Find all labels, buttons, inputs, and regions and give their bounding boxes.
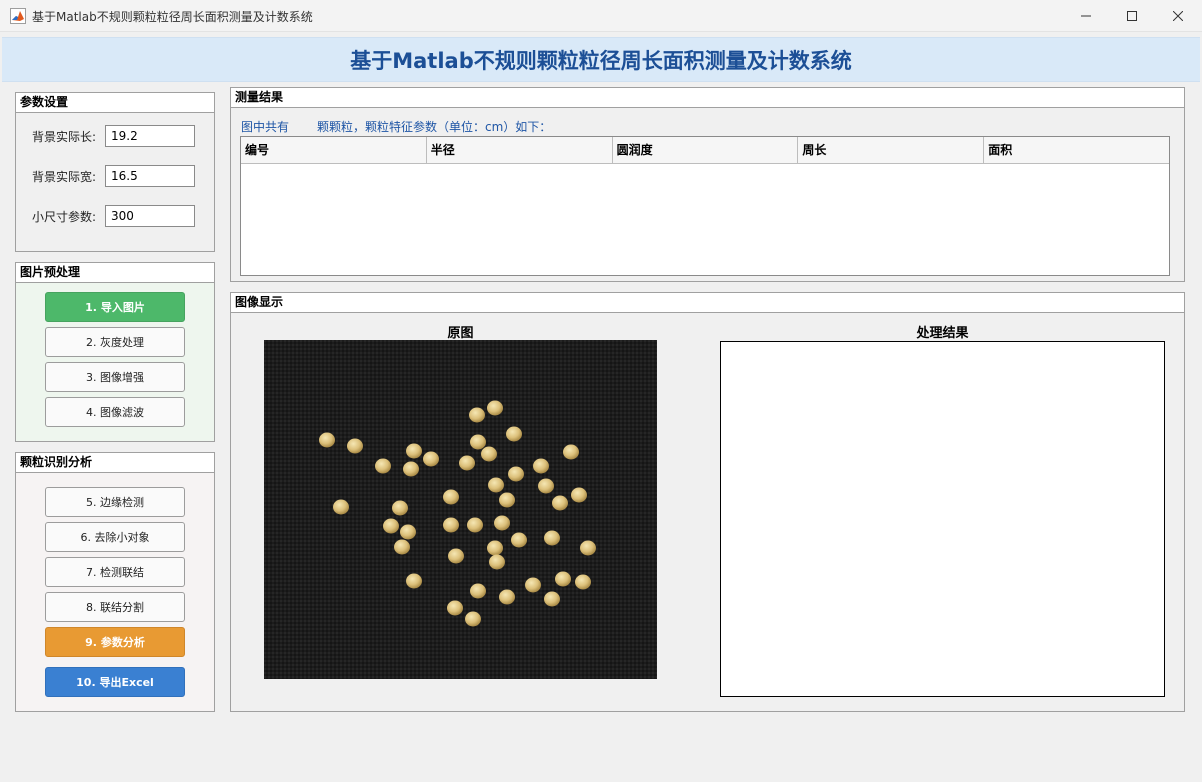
results-table[interactable]: 编号 半径 圆润度 周长 面积 xyxy=(240,136,1170,276)
bean-particle xyxy=(506,426,522,442)
bean-particle xyxy=(448,548,464,564)
bean-particle xyxy=(555,571,571,587)
results-panel-title: 测量结果 xyxy=(231,88,1184,108)
grayscale-button[interactable]: 2. 灰度处理 xyxy=(45,327,185,357)
display-panel-title: 图像显示 xyxy=(231,293,1184,313)
bean-particle xyxy=(538,478,554,494)
bean-particle xyxy=(470,434,486,450)
bean-particle xyxy=(443,517,459,533)
bean-particle xyxy=(469,407,485,423)
bean-particle xyxy=(494,515,510,531)
bean-particle xyxy=(499,589,515,605)
minimize-icon xyxy=(1081,15,1091,17)
bean-particle xyxy=(447,600,463,616)
window-titlebar: 基于Matlab不规则颗粒粒径周长面积测量及计数系统 xyxy=(0,0,1202,32)
export-excel-button[interactable]: 10. 导出Excel xyxy=(45,667,185,697)
bean-particle xyxy=(481,446,497,462)
split-connection-button[interactable]: 8. 联结分割 xyxy=(45,592,185,622)
bean-particle xyxy=(580,540,596,556)
column-header-perimeter[interactable]: 周长 xyxy=(798,137,985,163)
column-header-id[interactable]: 编号 xyxy=(241,137,427,163)
bean-particle xyxy=(575,574,591,590)
bean-particle xyxy=(400,524,416,540)
banner-title: 基于Matlab不规则颗粒粒径周长面积测量及计数系统 xyxy=(350,48,852,73)
app-banner: 基于Matlab不规则颗粒粒径周长面积测量及计数系统 xyxy=(2,37,1200,82)
import-image-button[interactable]: 1. 导入图片 xyxy=(45,292,185,322)
close-button[interactable] xyxy=(1155,0,1201,32)
bean-particle xyxy=(383,518,399,534)
bean-particle xyxy=(375,458,391,474)
bean-particle xyxy=(487,400,503,416)
bean-particle xyxy=(467,517,483,533)
bean-particle xyxy=(392,500,408,516)
original-image-label: 原图 xyxy=(447,326,474,341)
bean-particle xyxy=(563,444,579,460)
original-image xyxy=(264,340,657,679)
preprocess-panel: 图片预处理 1. 导入图片 2. 灰度处理 3. 图像增强 4. 图像滤波 xyxy=(15,262,215,442)
bean-particle xyxy=(443,489,459,505)
edge-detect-button[interactable]: 5. 边缘检测 xyxy=(45,487,185,517)
analysis-panel: 颗粒识别分析 5. 边缘检测 6. 去除小对象 7. 检测联结 8. 联结分割 … xyxy=(15,452,215,712)
enhance-button[interactable]: 3. 图像增强 xyxy=(45,362,185,392)
column-header-roundness[interactable]: 圆润度 xyxy=(613,137,799,163)
count-prefix: 图中共有 xyxy=(241,120,290,134)
bg-length-label: 背景实际长: xyxy=(32,130,97,144)
count-suffix: 颗颗粒，颗粒特征参数（单位：cm）如下： xyxy=(317,120,552,134)
remove-small-objects-button[interactable]: 6. 去除小对象 xyxy=(45,522,185,552)
preprocess-panel-title: 图片预处理 xyxy=(16,263,214,283)
bean-particle xyxy=(459,455,475,471)
analysis-panel-title: 颗粒识别分析 xyxy=(16,453,214,473)
bean-particle xyxy=(423,451,439,467)
params-panel-title: 参数设置 xyxy=(16,93,214,113)
bean-particle xyxy=(511,532,527,548)
table-header: 编号 半径 圆润度 周长 面积 xyxy=(241,137,1169,164)
bg-length-input[interactable] xyxy=(105,125,195,147)
bean-particle xyxy=(487,540,503,556)
bean-particle xyxy=(465,611,481,627)
param-analysis-button[interactable]: 9. 参数分析 xyxy=(45,627,185,657)
column-header-area[interactable]: 面积 xyxy=(984,137,1169,163)
bean-particle xyxy=(403,461,419,477)
maximize-icon xyxy=(1127,11,1137,21)
bean-particle xyxy=(319,432,335,448)
bean-particle xyxy=(499,492,515,508)
bean-particle xyxy=(544,591,560,607)
bean-particle xyxy=(347,438,363,454)
small-size-input[interactable] xyxy=(105,205,195,227)
bean-particle xyxy=(406,443,422,459)
bean-particle xyxy=(470,583,486,599)
bean-particle xyxy=(533,458,549,474)
minimize-button[interactable] xyxy=(1063,0,1109,32)
small-size-label: 小尺寸参数: xyxy=(32,210,97,224)
particle-count-text: 图中共有 颗颗粒，颗粒特征参数（单位：cm）如下： xyxy=(241,118,551,135)
params-panel: 参数设置 背景实际长: 背景实际宽: 小尺寸参数: xyxy=(15,92,215,252)
maximize-button[interactable] xyxy=(1109,0,1155,32)
bg-width-label: 背景实际宽: xyxy=(32,170,97,184)
bean-particle xyxy=(488,477,504,493)
bean-particle xyxy=(333,499,349,515)
result-image-axes xyxy=(720,341,1165,697)
display-panel: 图像显示 原图 处理结果 xyxy=(230,292,1185,712)
window-title: 基于Matlab不规则颗粒粒径周长面积测量及计数系统 xyxy=(32,10,313,24)
results-panel: 测量结果 图中共有 颗颗粒，颗粒特征参数（单位：cm）如下： 编号 半径 圆润度 … xyxy=(230,87,1185,282)
close-icon xyxy=(1173,11,1183,21)
filter-button[interactable]: 4. 图像滤波 xyxy=(45,397,185,427)
bean-particle xyxy=(508,466,524,482)
bean-particle xyxy=(544,530,560,546)
bean-particle xyxy=(489,554,505,570)
bean-particle xyxy=(394,539,410,555)
bean-particle xyxy=(406,573,422,589)
bean-particle xyxy=(571,487,587,503)
bean-particle xyxy=(525,577,541,593)
result-image-label: 处理结果 xyxy=(916,326,969,341)
bean-particle xyxy=(552,495,568,511)
detect-connection-button[interactable]: 7. 检测联结 xyxy=(45,557,185,587)
bg-width-input[interactable] xyxy=(105,165,195,187)
matlab-icon xyxy=(10,8,26,24)
column-header-radius[interactable]: 半径 xyxy=(427,137,613,163)
